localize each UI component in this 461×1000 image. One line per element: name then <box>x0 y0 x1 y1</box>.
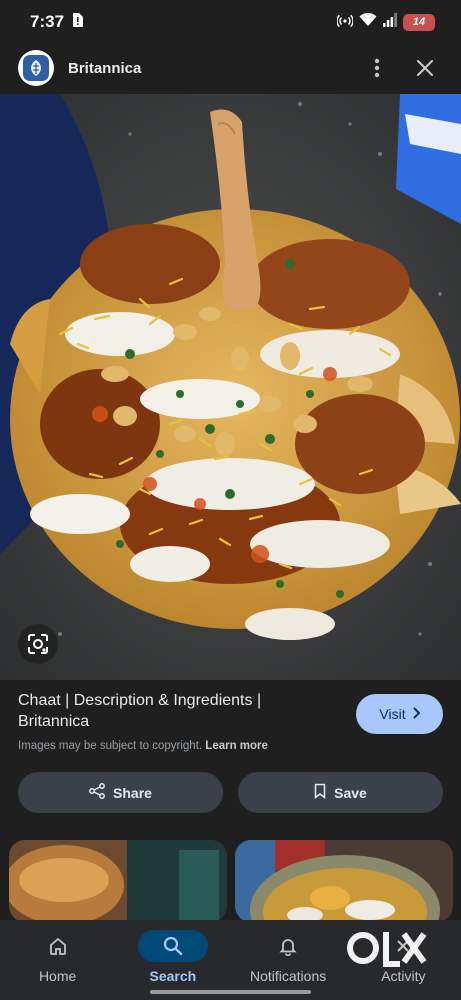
related-image[interactable] <box>9 840 227 922</box>
share-label: Share <box>113 784 152 801</box>
top-bar: Britannica <box>0 44 461 92</box>
home-icon <box>23 930 93 962</box>
nav-notifications[interactable]: Notifications <box>231 920 346 1000</box>
battery-icon: 14 <box>403 13 435 31</box>
more-options-icon[interactable] <box>359 50 395 86</box>
copyright-text: Images may be subject to copyright. <box>18 740 203 752</box>
nav-home[interactable]: Home <box>0 920 115 1000</box>
site-name[interactable]: Britannica <box>68 60 359 77</box>
learn-more-link[interactable]: Learn more <box>205 740 268 752</box>
visit-button-label: Visit <box>379 706 406 722</box>
status-bar: 7:37 14 <box>0 0 461 44</box>
action-row: Share Save <box>18 772 443 813</box>
signal-icon <box>383 12 397 32</box>
wifi-icon <box>359 12 377 32</box>
search-icon <box>137 930 208 962</box>
save-label: Save <box>334 784 367 801</box>
visit-button[interactable]: Visit <box>356 694 443 734</box>
bookmark-icon <box>314 783 326 802</box>
nav-home-label: Home <box>38 968 77 984</box>
share-icon <box>89 783 105 802</box>
share-button[interactable]: Share <box>18 772 223 813</box>
status-time-group: 7:37 <box>30 12 84 32</box>
status-icons: 14 <box>336 12 435 33</box>
nav-search-label: Search <box>149 968 197 984</box>
bell-icon <box>253 930 323 962</box>
sim-alert-icon <box>72 12 84 32</box>
close-icon[interactable] <box>407 50 443 86</box>
related-image[interactable] <box>235 840 453 922</box>
hotspot-icon <box>336 12 354 33</box>
related-images <box>0 840 461 922</box>
lens-icon[interactable] <box>18 624 58 664</box>
result-image[interactable] <box>0 94 461 680</box>
olx-watermark <box>346 928 428 973</box>
result-title[interactable]: Chaat | Description & Ingredients | Brit… <box>18 690 318 732</box>
nav-search[interactable]: Search <box>115 920 230 1000</box>
nav-notifications-label: Notifications <box>249 968 327 984</box>
copyright-notice: Images may be subject to copyright. Lear… <box>18 740 443 752</box>
chevron-right-icon <box>412 706 421 722</box>
status-time: 7:37 <box>30 12 65 31</box>
britannica-logo[interactable] <box>18 50 54 86</box>
home-indicator[interactable] <box>150 990 311 994</box>
save-button[interactable]: Save <box>238 772 443 813</box>
